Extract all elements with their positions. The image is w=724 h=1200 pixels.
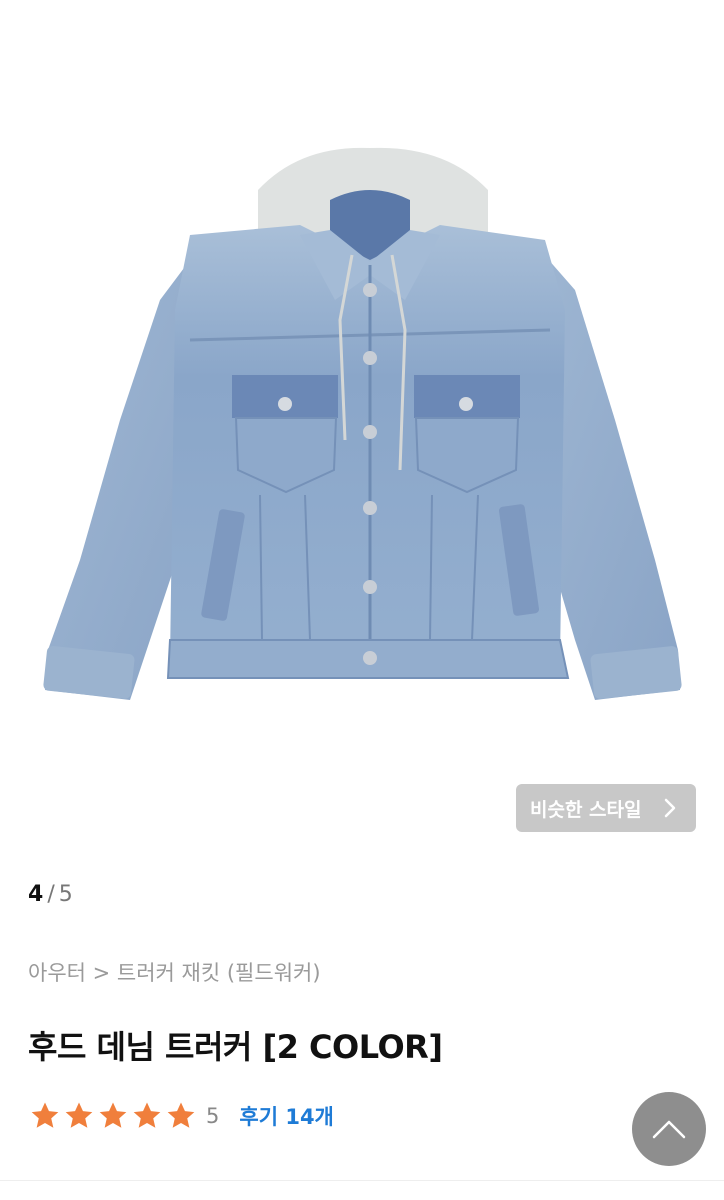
chevron-up-icon [652, 1120, 686, 1139]
jacket-illustration [43, 147, 682, 700]
similar-style-button[interactable]: 비슷한 스타일 [516, 784, 696, 832]
star-icon [99, 1102, 127, 1128]
image-pager: 4/5 [28, 882, 73, 907]
divider [0, 1180, 724, 1181]
star-rating [28, 1099, 198, 1133]
product-title: 후드 데님 트러커 [2 COLOR] [28, 1028, 443, 1066]
chevron-right-icon [664, 798, 676, 818]
star-icon [167, 1102, 195, 1128]
pager-total: 5 [58, 882, 73, 907]
reviews-link[interactable]: 후기 14개 [239, 1101, 334, 1131]
star-icon [133, 1102, 161, 1128]
rating-row: 5 후기 14개 [28, 1098, 334, 1134]
scroll-top-button[interactable] [632, 1092, 706, 1166]
star-icon [65, 1102, 93, 1128]
product-image[interactable] [0, 0, 724, 860]
rating-value: 5 [206, 1104, 220, 1128]
star-icon [31, 1102, 59, 1128]
similar-style-label: 비슷한 스타일 [530, 798, 642, 821]
pager-current: 4 [28, 882, 44, 907]
pager-separator: / [47, 882, 55, 907]
breadcrumb[interactable]: 아우터 > 트러커 재킷 (필드워커) [28, 957, 321, 987]
